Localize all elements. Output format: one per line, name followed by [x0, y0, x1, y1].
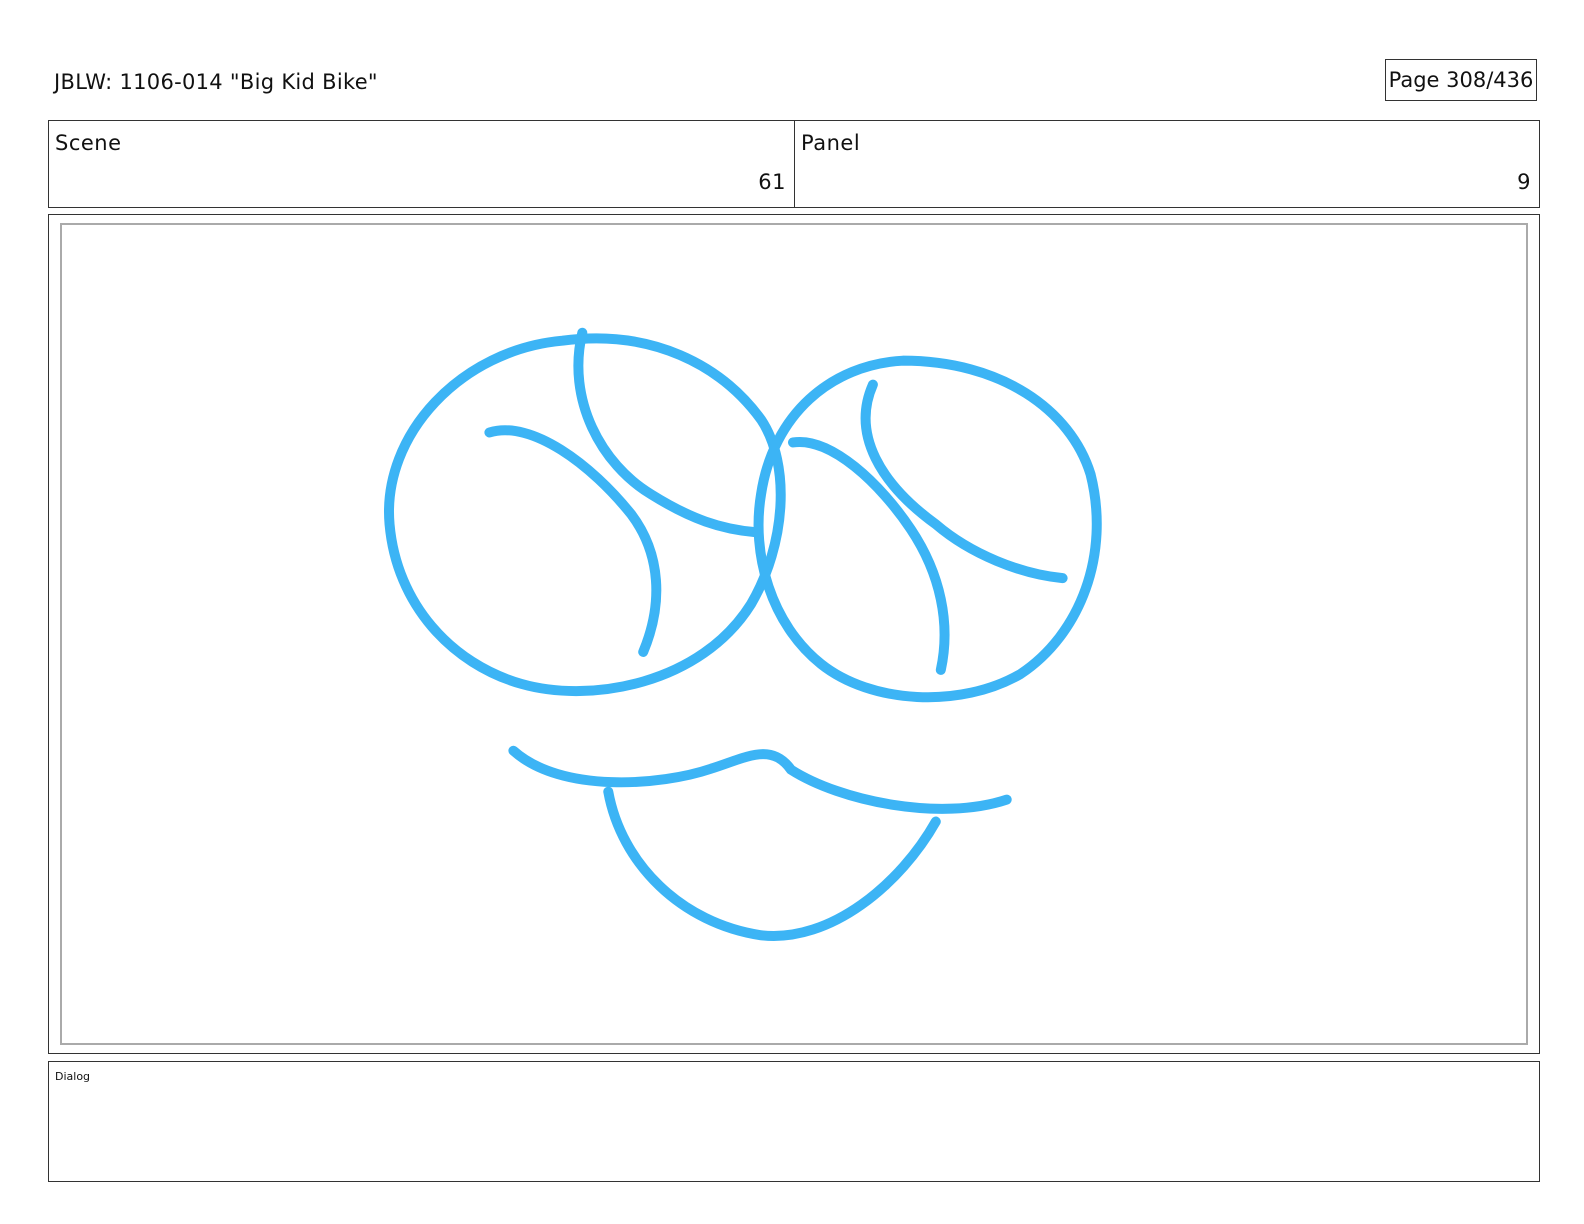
left-eye-brow-line [573, 327, 762, 538]
panel-cell: Panel 9 [794, 121, 1539, 207]
left-eye-pupil-line [484, 425, 662, 657]
dialog-label: Dialog [55, 1070, 91, 1083]
right-eye-outline [753, 355, 1102, 703]
dialog-box: Dialog [48, 1061, 1540, 1182]
face-sketch [384, 327, 1102, 941]
upper-lip-line [508, 745, 1012, 814]
panel-label: Panel [801, 131, 861, 155]
scene-cell: Scene 61 [49, 121, 794, 207]
page-indicator: Page 308/436 [1385, 59, 1537, 101]
panel-number: 9 [1517, 170, 1531, 194]
scene-panel-info-row: Scene 61 Panel 9 [48, 120, 1540, 208]
mouth-bottom-line [603, 786, 941, 941]
right-eye-pupil-line [788, 437, 950, 675]
storyboard-panel-frame [48, 214, 1540, 1054]
scene-label: Scene [55, 131, 122, 155]
document-title: JBLW: 1106-014 "Big Kid Bike" [54, 70, 378, 94]
right-eye-brow-line [860, 379, 1068, 584]
scene-number: 61 [758, 170, 786, 194]
storyboard-drawing-area [60, 223, 1528, 1045]
